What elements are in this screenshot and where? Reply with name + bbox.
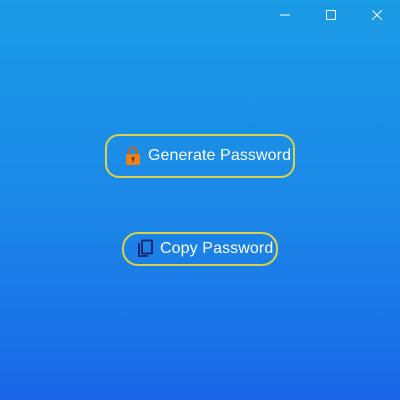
copy-password-button[interactable]: Copy Password [122,232,278,266]
title-bar-controls [262,0,400,30]
generate-password-button[interactable]: Generate Password [105,134,295,178]
close-button[interactable] [354,0,400,30]
app-window: Generate Password Copy Password [0,0,400,400]
generate-password-label: Generate Password [148,147,292,164]
close-icon [372,10,382,20]
minimize-icon [280,14,290,16]
copy-password-label: Copy Password [160,240,274,257]
maximize-button[interactable] [308,0,354,30]
lock-icon [124,146,142,166]
minimize-button[interactable] [262,0,308,30]
maximize-icon [326,10,336,20]
copy-icon [136,239,154,259]
